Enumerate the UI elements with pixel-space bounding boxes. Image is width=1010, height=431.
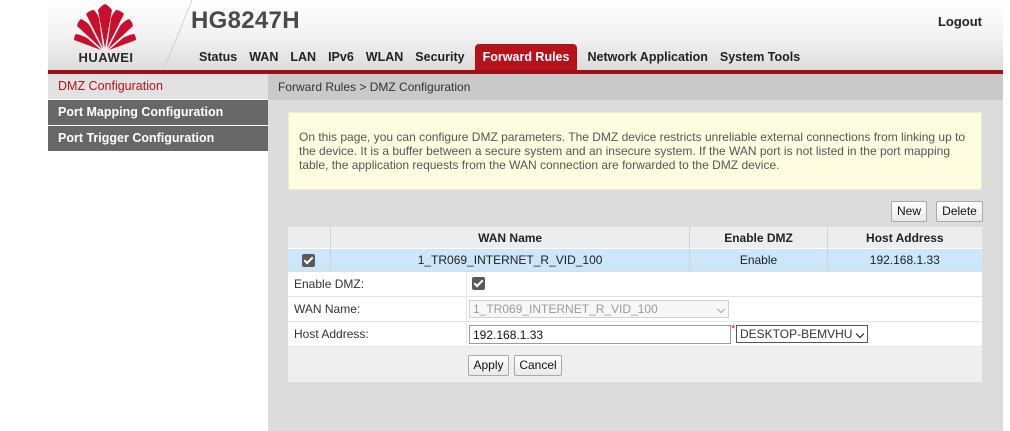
page-title: HG8247H <box>191 7 300 34</box>
row-host-address: 192.168.1.33 <box>827 248 982 271</box>
apply-button[interactable]: Apply <box>468 355 509 376</box>
chevron-down-icon <box>855 329 865 339</box>
huawei-logo: HUAWEI <box>48 0 168 70</box>
wan-name-select-value: 1_TR069_INTERNET_R_VID_100 <box>473 302 658 316</box>
tab-network-application[interactable]: Network Application <box>581 44 713 70</box>
sidebar-item-dmz-configuration[interactable]: DMZ Configuration <box>48 74 268 100</box>
enable-dmz-cell <box>466 272 983 296</box>
form-row-wan-name: WAN Name: 1_TR069_INTERNET_R_VID_100 <box>288 297 982 322</box>
delete-button[interactable]: Delete <box>936 201 983 222</box>
dmz-table: WAN Name Enable DMZ Host Address 1_TR069… <box>288 227 982 271</box>
table-header-enable-dmz: Enable DMZ <box>689 227 828 249</box>
tab-system-tools[interactable]: System Tools <box>714 44 806 70</box>
form-row-enable-dmz: Enable DMZ: <box>288 272 982 297</box>
new-button[interactable]: New <box>891 201 927 222</box>
logout-link[interactable]: Logout <box>938 14 982 29</box>
wan-name-cell: 1_TR069_INTERNET_R_VID_100 <box>466 297 983 321</box>
info-box: On this page, you can configure DMZ para… <box>288 112 982 190</box>
table-row[interactable]: 1_TR069_INTERNET_R_VID_100 Enable 192.16… <box>288 248 982 271</box>
chevron-down-icon <box>716 304 726 314</box>
sidebar-item-port-trigger-configuration[interactable]: Port Trigger Configuration <box>48 126 268 152</box>
router-admin-frame: HUAWEI HG8247H Logout Status WAN LAN IPv… <box>48 0 1003 431</box>
table-header-host-address: Host Address <box>827 227 982 249</box>
wan-name-label: WAN Name: <box>294 302 361 316</box>
main-nav: Status WAN LAN IPv6 WLAN Security Forwar… <box>193 44 806 70</box>
tab-wlan[interactable]: WLAN <box>360 44 410 70</box>
enable-dmz-label: Enable DMZ: <box>294 277 365 291</box>
page-header: HUAWEI HG8247H Logout Status WAN LAN IPv… <box>48 0 1003 78</box>
huawei-petal-icon <box>74 4 136 50</box>
device-select[interactable]: DESKTOP-BEMVHU <box>736 325 868 343</box>
table-header-wan-name: WAN Name <box>330 227 691 249</box>
host-address-cell: * DESKTOP-BEMVHU <box>466 322 983 346</box>
table-header-select <box>288 227 331 249</box>
row-select-cell <box>288 248 331 271</box>
wan-name-select[interactable]: 1_TR069_INTERNET_R_VID_100 <box>469 300 729 318</box>
device-select-value: DESKTOP-BEMVHU <box>740 327 853 341</box>
tab-lan[interactable]: LAN <box>284 44 322 70</box>
host-address-label: Host Address: <box>294 327 369 341</box>
tab-wan[interactable]: WAN <box>243 44 284 70</box>
tab-forward-rules[interactable]: Forward Rules <box>474 44 578 70</box>
required-mark: * <box>731 323 736 335</box>
tab-security[interactable]: Security <box>409 44 470 70</box>
row-enable-dmz: Enable <box>689 248 828 271</box>
cancel-button[interactable]: Cancel <box>514 355 562 376</box>
tab-status[interactable]: Status <box>193 44 243 70</box>
breadcrumb: Forward Rules > DMZ Configuration <box>268 74 1003 100</box>
row-wan-name: 1_TR069_INTERNET_R_VID_100 <box>330 248 691 271</box>
sidebar: DMZ Configuration Port Mapping Configura… <box>48 74 268 431</box>
row-select-checkbox[interactable] <box>302 254 316 268</box>
brand-name: HUAWEI <box>78 50 134 65</box>
table-header-row: WAN Name Enable DMZ Host Address <box>288 227 982 249</box>
sidebar-item-port-mapping-configuration[interactable]: Port Mapping Configuration <box>48 100 268 126</box>
main-content: Forward Rules > DMZ Configuration On thi… <box>268 74 1003 431</box>
dmz-form: Enable DMZ: WAN Name: 1_TR069_INTERNET_R… <box>288 272 982 382</box>
form-button-row: Apply Cancel <box>288 347 982 382</box>
tab-ipv6[interactable]: IPv6 <box>322 44 360 70</box>
form-row-host-address: Host Address: * DESKTOP-BEMVHU <box>288 322 982 347</box>
enable-dmz-checkbox[interactable] <box>472 277 485 290</box>
host-address-input[interactable] <box>469 325 731 344</box>
